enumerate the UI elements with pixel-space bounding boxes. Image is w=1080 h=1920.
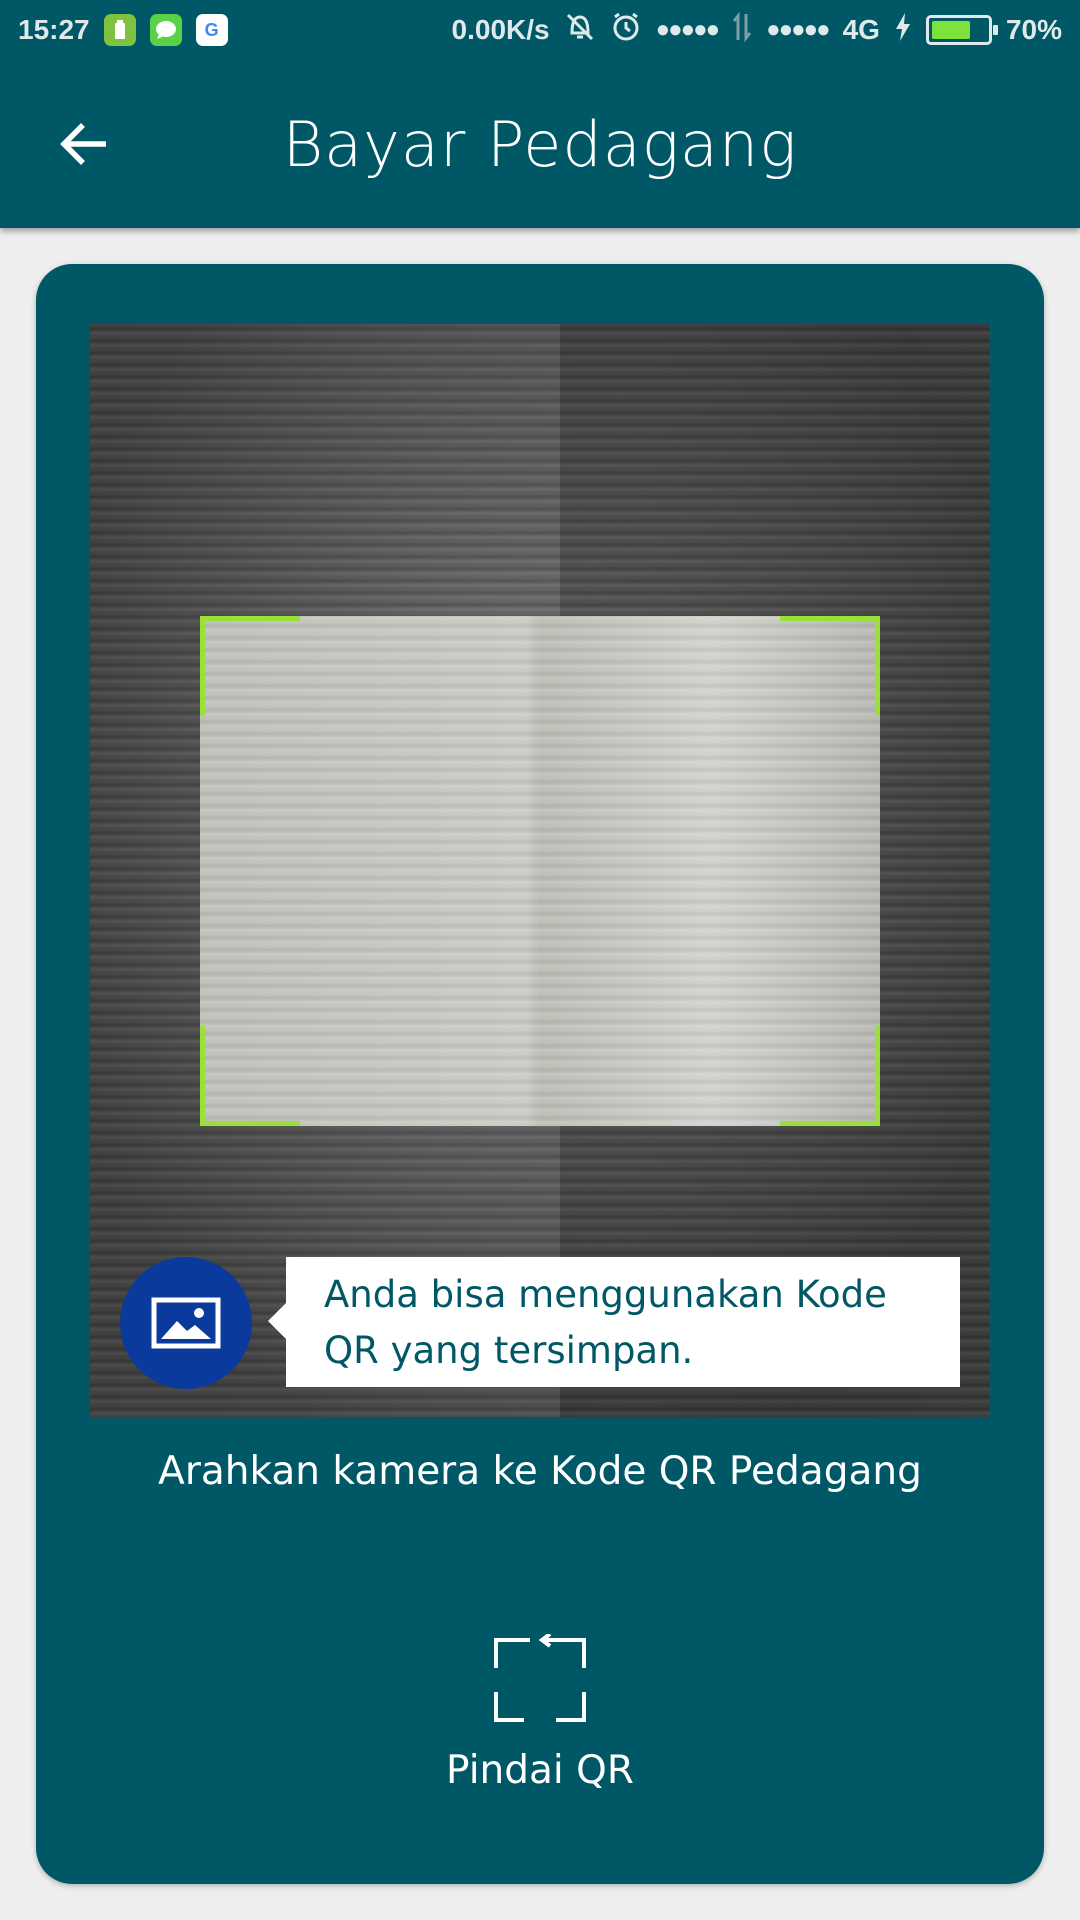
page-title: Bayar Pedagang [282,107,798,181]
saved-qr-tooltip: Anda bisa menggunakan Kode QR yang tersi… [268,1257,960,1387]
signal-dots-sim1: ●●●●● [655,16,721,43]
google-app-glyph: G [204,19,219,40]
alarm-icon [610,11,642,50]
vibrate-off-icon [564,11,596,50]
data-transfer-icon [732,11,752,49]
scan-frame-corner-bottom-left [200,1026,300,1126]
status-bar-left: 15:27 G [18,14,228,46]
app-bar: Bayar Pedagang [0,60,1080,228]
status-bar-right: 0.00K/s ●●●●● ●●●●● 4G 70% [452,11,1062,50]
battery-app-icon [103,14,136,46]
battery-percent: 70% [1005,14,1062,45]
network-speed: 0.00K/s [451,14,550,45]
arrow-back-icon [60,123,106,165]
charging-icon [894,12,912,49]
scan-frame-corner-bottom-right [780,1026,880,1126]
scan-qr-icon [494,1634,586,1722]
battery-fill [931,21,970,39]
gallery-button[interactable] [120,1257,252,1389]
battery-icon [925,15,998,45]
google-app-icon: G [195,14,228,46]
scan-frame-corner-top-left [200,616,300,716]
status-bar: 15:27 G 0.00K/s ●●●●● ●●●●● 4G 70% [0,0,1080,60]
message-app-icon [149,14,182,46]
scan-frame [200,616,880,1126]
image-gallery-icon [151,1297,221,1349]
scan-frame-corner-top-right [780,616,880,716]
back-button[interactable] [44,104,124,184]
camera-preview: Anda bisa menggunakan Kode QR yang tersi… [90,324,990,1417]
signal-dots-sim2: ●●●●● [766,16,831,43]
scan-qr-button[interactable]: Pindai QR [390,1634,690,1834]
status-time: 15:27 [18,14,90,45]
network-type: 4G [842,14,880,45]
scanner-card: Anda bisa menggunakan Kode QR yang tersi… [36,264,1044,1884]
scan-instruction: Arahkan kamera ke Kode QR Pedagang [158,1449,922,1494]
scan-qr-label: Pindai QR [446,1748,634,1793]
